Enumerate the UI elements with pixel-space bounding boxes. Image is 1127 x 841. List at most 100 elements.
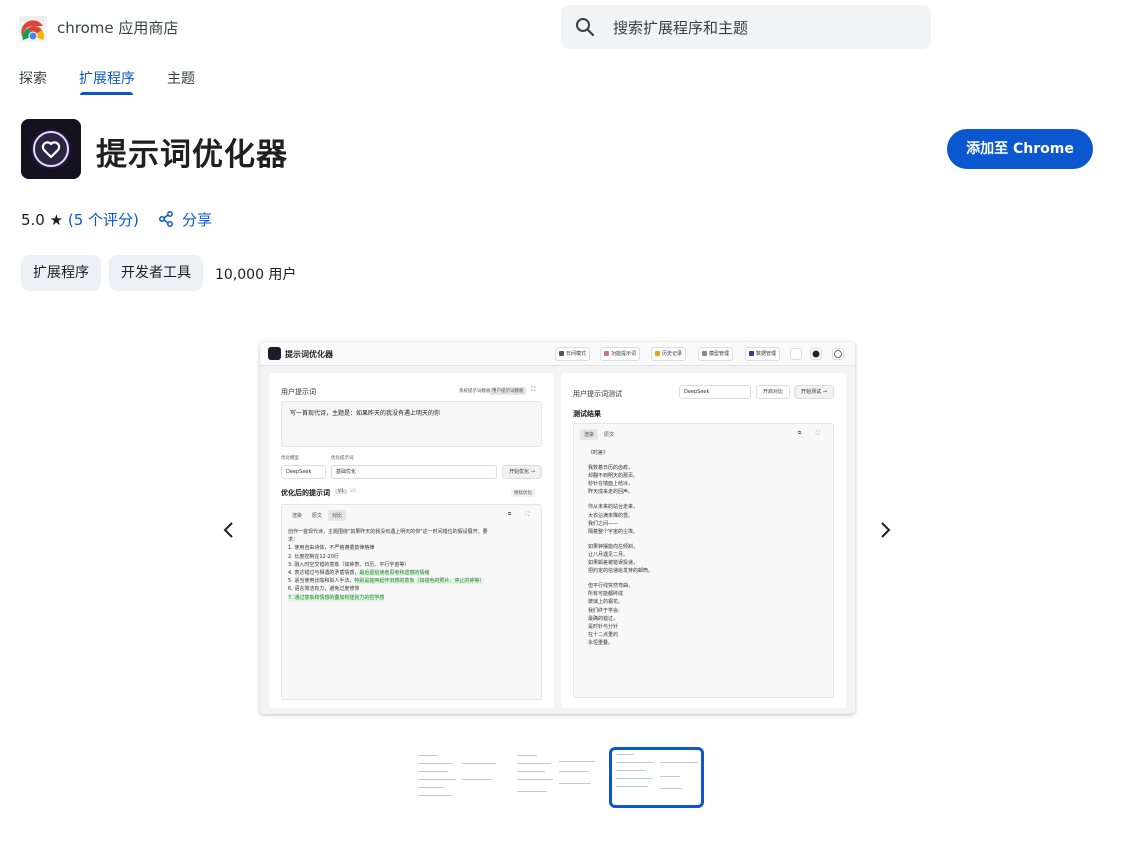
poem-line: 最确的错过， — [588, 615, 619, 622]
add-to-chrome-button[interactable]: 添加至 Chrome — [947, 129, 1093, 169]
model-select: DeepSeek — [281, 465, 326, 479]
prompt-line: 求： — [288, 537, 299, 544]
heart-badge-icon — [21, 119, 81, 179]
poem-line: 让八月遇见二月。 — [588, 551, 629, 558]
diff-highlight: 最后留给读者思考和遗憾的情绪 — [359, 570, 430, 577]
poem-line: 《时差》 — [588, 450, 609, 456]
screenshot-toolbar: 提示词优化器 日间模式 功能提示词 历史记录 模型管理 数据管理 — [260, 342, 855, 366]
chip-extensions[interactable]: 扩展程序 — [21, 255, 101, 291]
share-button[interactable]: 分享 — [158, 209, 212, 230]
day-mode-button: 日间模式 — [555, 347, 591, 361]
chrome-web-store-logo[interactable] — [19, 14, 47, 42]
screenshot-right-panel: 用户提示词测试 DeepSeek 开启对比 开始测试 → 测试结果 渲染 原文 ⧉… — [561, 373, 846, 708]
model-label: 优化模型 — [281, 456, 299, 461]
optimized-prompt-box: 渲染 原文 对比 ⧉ ⛶ 创作一首现代诗，主题围绕"如果昨天的我没有遇上明天的你"这… — [281, 504, 542, 700]
screenshot-main: 提示词优化器 日间模式 功能提示词 历史记录 模型管理 数据管理 用户提示词 系… — [260, 342, 855, 714]
rating: 5.0 ★ (5 个评分) — [21, 209, 139, 230]
user-count: 10,000 用户 — [215, 267, 297, 283]
prompt-line: 7. 通过意象和情感的叠加构建张力的哲学感 — [288, 593, 385, 602]
test-result-title: 测试结果 — [573, 410, 601, 418]
template-select: 基础优化 — [331, 465, 497, 479]
github-icon — [810, 348, 822, 360]
fullscreen-icon: ⛶ — [816, 431, 820, 436]
thumbnail-3-selected[interactable] — [609, 747, 704, 808]
thumbnail-2[interactable] — [511, 749, 601, 806]
app-title: 提示词优化器 — [96, 137, 288, 173]
poem-line: 在十二点重的 — [588, 631, 619, 638]
poem-line — [588, 575, 653, 582]
globe-icon — [832, 348, 844, 360]
prompt-line: 1. 使用自由诗体，不严格遵循韵律格律 — [288, 545, 375, 552]
star-icon: ★ — [49, 211, 64, 229]
poem-line — [588, 536, 653, 543]
chevron-left-icon[interactable] — [215, 516, 243, 544]
fullscreen-icon: ⛶ — [526, 512, 530, 517]
poem-text: 《时差》 我数着日历的齿痕， 却翻不到明天的那页。 秒针在墙面上结冰， 昨天成来走的回… — [588, 449, 653, 647]
search-box[interactable]: 搜索扩展程序和主题 — [561, 5, 931, 49]
data-manage-label: 数据管理 — [756, 351, 777, 357]
user-prompt-text: 写一首现代诗，主题是：如果昨天的我没有遇上明天的你 — [290, 410, 441, 417]
optimize-button: 开始优化 → — [502, 465, 542, 479]
search-input[interactable]: 搜索扩展程序和主题 — [613, 17, 748, 38]
poem-line: 玻璃上的霜花。 — [588, 599, 624, 606]
poem-line: 如果邮差被错误投递， — [588, 560, 639, 567]
chip-developer-tools[interactable]: 开发者工具 — [109, 255, 203, 291]
poem-line: 隔着整个宇宙的尘埃。 — [588, 528, 639, 535]
copy-icon: ⧉ — [798, 431, 802, 436]
poem-line: 是时针与分针 — [588, 623, 619, 630]
optimized-prompt-lines: 创作一首现代诗，主题围绕"如果昨天的我没有遇上明天的你"这一时间错位的假设展开。… — [288, 528, 488, 602]
feature-prompts-label: 功能提示词 — [611, 351, 637, 357]
screenshot-app-logo — [268, 347, 281, 360]
model-manage-button: 模型管理 — [698, 347, 734, 361]
poem-line: 我数着日历的齿痕， — [588, 465, 634, 472]
poem-line — [588, 496, 653, 503]
test-title: 用户提示词测试 — [573, 390, 622, 398]
rating-value: 5.0 — [21, 211, 45, 229]
tab-source: 原文 — [604, 432, 615, 438]
test-result-box: 渲染 原文 ⧉ ⛶ 《时差》 我数着日历的齿痕， 却翻不到明天的那页。 秒针在墙面上结… — [573, 423, 834, 698]
poem-line: 永恒重叠。 — [588, 639, 614, 646]
nav-explore[interactable]: 探索 — [19, 68, 47, 88]
poem-line: 昨天成来走的回声。 — [588, 489, 634, 496]
test-model-select: DeepSeek — [679, 385, 751, 399]
user-template-button: 用户提示词模板 — [490, 387, 526, 395]
search-icon[interactable] — [575, 17, 595, 37]
poem-line: 你从未来的站台走来， — [588, 504, 639, 511]
poem-line: 秒针在墙面上结冰， — [588, 481, 634, 488]
thumbnail-1[interactable] — [412, 749, 502, 806]
version-v2-tab: V2 — [350, 489, 356, 494]
store-name[interactable]: chrome 应用商店 — [57, 17, 178, 38]
test-result-tabs: 渲染 原文 — [580, 429, 620, 440]
history-label: 历史记录 — [662, 351, 683, 357]
result-tabs: 渲染 原文 对比 — [288, 510, 348, 521]
test-button: 开始测试 → — [794, 385, 834, 399]
optimized-prompt-title: 优化后的提示词 — [281, 489, 330, 497]
poem-line: 我们终于学会: — [588, 607, 620, 614]
copy-icon: ⧉ — [508, 512, 512, 517]
screenshot-app-title: 提示词优化器 — [285, 350, 333, 359]
prompt-line-5-text: 5. 适当使用比喻和拟人手法， — [288, 578, 355, 585]
template-label: 优化提示词 — [331, 456, 354, 461]
poem-line: 但平行线突然弯曲， — [588, 583, 634, 590]
nav-active-indicator — [80, 92, 133, 95]
history-button: 历史记录 — [651, 347, 687, 361]
user-prompt-title: 用户提示词 — [281, 388, 316, 396]
model-manage-label: 模型管理 — [709, 351, 730, 357]
prompt-line: 2. 长度控制在12-20行 — [288, 553, 339, 560]
prompt-line-4: 4. 表达错过与相遇的矛盾情感，最后留给读者思考和遗憾的情绪 — [288, 569, 488, 577]
rating-count-link[interactable]: (5 个评分) — [68, 211, 139, 229]
poem-line: 大衣沾满未降的雪。 — [588, 512, 634, 519]
chevron-right-icon[interactable] — [871, 516, 899, 544]
continue-optimize-button: 继续优化 — [511, 489, 535, 497]
tab-source: 原文 — [312, 513, 323, 519]
poem-line: 所有可能都碎成 — [588, 591, 624, 598]
day-mode-label: 日间模式 — [566, 351, 587, 357]
refresh-icon — [790, 348, 802, 360]
screenshot-left-panel: 用户提示词 系统提示词模板 用户提示词模板 ⛶ 写一首现代诗，主题是：如果昨天的… — [269, 373, 554, 708]
prompt-line: 创作一首现代诗，主题围绕"如果昨天的我没有遇上明天的你"这一时间错位的假设展开。… — [288, 529, 488, 535]
prompt-line: 3. 融入时空交错的意象（如钟表、日历、平行宇宙等） — [288, 561, 410, 568]
diff-highlight: 特别是能唤起怀旧感的意象（如褪色的照片、停止的钟等） — [354, 578, 485, 585]
nav-extensions[interactable]: 扩展程序 — [79, 68, 135, 88]
app-icon — [21, 119, 81, 179]
nav-themes[interactable]: 主题 — [167, 68, 195, 88]
